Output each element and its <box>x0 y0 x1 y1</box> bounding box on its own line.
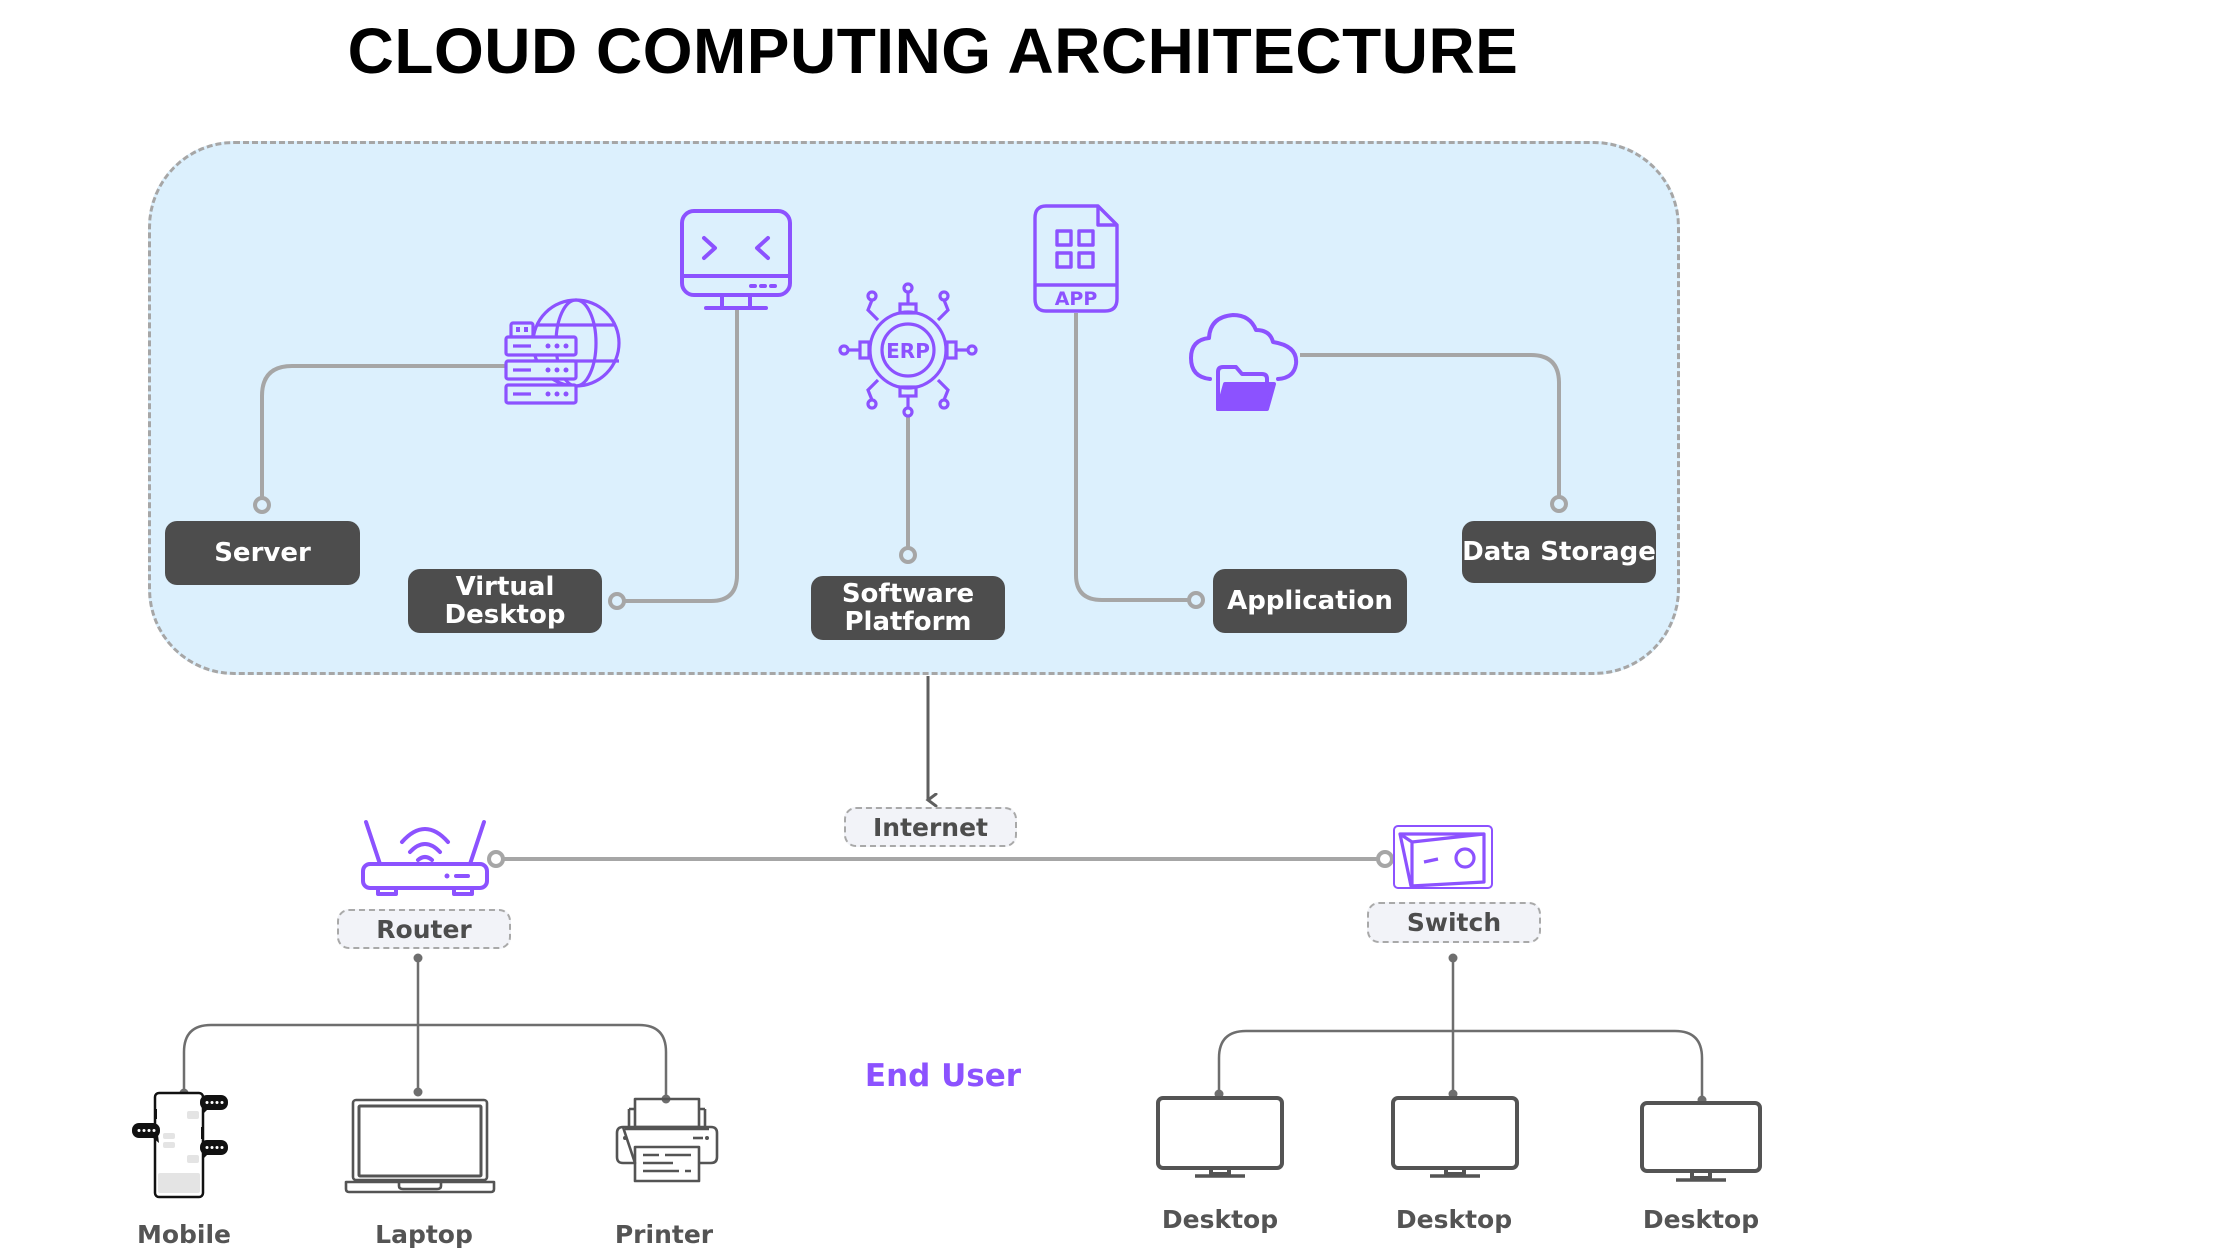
desktop-monitor-icon[interactable] <box>1639 1100 1763 1186</box>
virtual-desktop-label-line1: Virtual <box>455 572 555 602</box>
virtual-desktop-node[interactable]: Virtual Desktop <box>408 569 602 633</box>
desktop-label-3: Desktop <box>1642 1205 1760 1234</box>
internet-label[interactable]: Internet <box>844 807 1017 847</box>
data-storage-node[interactable]: Data Storage <box>1462 521 1656 583</box>
laptop-label: Laptop <box>375 1220 473 1249</box>
mobile-label: Mobile <box>136 1220 232 1249</box>
desktop-label-1: Desktop <box>1161 1205 1279 1234</box>
switch-branch <box>1217 1029 1704 1100</box>
erp-gear-icon: ERP <box>838 282 978 418</box>
router-icon <box>361 820 489 896</box>
software-platform-node[interactable]: Software Platform <box>811 576 1005 640</box>
end-user-heading: End User <box>864 1058 1022 1094</box>
diagram-title: CLOUD COMPUTING ARCHITECTURE <box>347 15 1519 87</box>
software-platform-label-line1: Software <box>841 579 975 609</box>
server-node[interactable]: Server <box>165 521 360 585</box>
laptop-icon[interactable] <box>343 1097 497 1195</box>
app-icon-text: APP <box>1055 288 1098 310</box>
desktop-label-2: Desktop <box>1395 1205 1513 1234</box>
data-storage-label: Data Storage <box>1462 537 1656 567</box>
printer-label: Printer <box>614 1220 714 1249</box>
server-globe-icon <box>504 298 621 405</box>
desktop-monitor-icon[interactable] <box>1155 1095 1285 1181</box>
switch-icon <box>1393 825 1493 889</box>
connector-switch-end <box>1376 850 1394 868</box>
switch-label[interactable]: Switch <box>1367 902 1541 943</box>
connector-router-end <box>487 850 505 868</box>
internet-label-text: Internet <box>872 812 989 842</box>
application-node[interactable]: Application <box>1213 569 1407 633</box>
mobile-chat-icon[interactable] <box>128 1089 242 1199</box>
desktop-monitor-icon[interactable] <box>1390 1095 1520 1181</box>
router-label[interactable]: Router <box>337 909 511 949</box>
printer-icon[interactable] <box>613 1095 721 1183</box>
router-label-text: Router <box>376 914 472 944</box>
server-label: Server <box>214 538 311 568</box>
application-label: Application <box>1227 586 1393 616</box>
software-platform-label-line2: Platform <box>844 607 972 637</box>
router-branch <box>182 1023 668 1099</box>
cloud-folder-icon <box>1189 313 1299 411</box>
remote-desktop-monitor-icon <box>680 209 792 310</box>
app-file-icon: APP <box>1033 204 1119 313</box>
erp-icon-text: ERP <box>886 339 930 363</box>
switch-label-text: Switch <box>1406 908 1502 937</box>
virtual-desktop-label-line2: Desktop <box>444 600 566 630</box>
